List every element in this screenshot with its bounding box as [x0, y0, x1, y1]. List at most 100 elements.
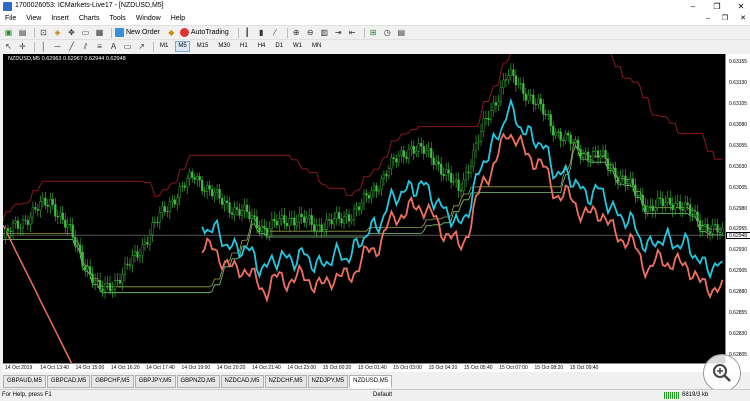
new-order-button[interactable]: New Order	[115, 28, 160, 37]
menu-help[interactable]: Help	[166, 13, 190, 25]
timeframe-w1[interactable]: W1	[290, 41, 305, 52]
candle-body	[676, 201, 679, 204]
arrows-icon[interactable]: ↗	[136, 41, 147, 52]
candle-body	[300, 213, 303, 217]
line-chart-icon[interactable]: ⁄	[270, 27, 281, 38]
tab-gbpnzd[interactable]: GBPNZD,M5	[176, 375, 220, 388]
candle-body	[562, 139, 565, 141]
price-chart[interactable]: NZDUSD,M5 0.62963 0.62967 0.62944 0.6294…	[3, 54, 725, 372]
status-traffic: 6819/3 kb	[682, 392, 709, 398]
price-scale[interactable]: 0.63155 0.63130 0.63105 0.63080 0.63055 0.630…	[725, 54, 750, 372]
templates-icon[interactable]: ▤	[396, 27, 407, 38]
data-window-icon[interactable]: ◈	[52, 27, 63, 38]
maximize-button[interactable]: ❐	[712, 0, 722, 13]
text-tool-icon[interactable]: A	[108, 41, 119, 52]
candle-body	[654, 207, 657, 211]
timeframe-m5[interactable]: M5	[175, 41, 190, 52]
candle-body	[352, 208, 356, 220]
candle-body	[94, 280, 97, 284]
timeframe-m15[interactable]: M15	[194, 41, 212, 52]
strategy-tester-icon[interactable]: ▦	[94, 27, 105, 38]
chart-shift-icon[interactable]: ⇥	[333, 27, 344, 38]
tab-gbpaud[interactable]: GBPAUD,M5	[3, 375, 46, 388]
tab-nzdcad[interactable]: NZDCAD,M5	[220, 375, 264, 388]
tab-nzdchf[interactable]: NZDCHF,M5	[264, 375, 307, 388]
market-watch-icon[interactable]: ⊡	[38, 27, 49, 38]
mdi-close-button[interactable]: ✕	[740, 13, 746, 25]
periods-icon[interactable]: ◷	[382, 27, 393, 38]
menu-window[interactable]: Window	[131, 13, 166, 25]
candle-body	[39, 201, 42, 211]
close-button[interactable]: ✕	[736, 0, 746, 13]
tab-gbpcad[interactable]: GBPCAD,M5	[46, 375, 91, 388]
metaeditor-icon[interactable]: ◆	[166, 27, 177, 38]
candle-body	[619, 175, 622, 183]
tab-nzdjpy[interactable]: NZDJPY,M5	[307, 375, 349, 388]
candle-body	[367, 195, 371, 199]
vertical-line-icon[interactable]: │	[38, 41, 49, 52]
time-axis[interactable]: 14 Oct 2019 14 Oct 13:40 14 Oct 15:00 14 Oc…	[3, 363, 725, 372]
profiles-icon[interactable]: ▤	[17, 27, 28, 38]
menu-view[interactable]: View	[21, 13, 46, 25]
candle-body	[467, 171, 470, 174]
candle-body	[564, 132, 567, 141]
new-chart-icon[interactable]: ▣	[3, 27, 14, 38]
menu-tools[interactable]: Tools	[104, 13, 130, 25]
candle-body	[472, 150, 475, 167]
autoscroll-icon[interactable]: ⇤	[347, 27, 358, 38]
timeframe-m1[interactable]: M1	[157, 41, 171, 52]
candle-body	[81, 252, 84, 267]
crosshair-icon[interactable]: ✛	[17, 41, 28, 52]
candle-body	[455, 179, 458, 182]
tab-nzdusd[interactable]: NZDUSD,M5	[349, 375, 393, 388]
timeframe-m30[interactable]: M30	[215, 41, 233, 52]
drawing-toolbar: ↖ ✛ │ ─ ╱ ⫽ ≡ A ▭ ↗ M1 M5 M15 M30 H1 H4 …	[0, 39, 750, 53]
menu-file[interactable]: File	[0, 13, 21, 25]
price-tick-label: 0.62930	[729, 247, 748, 254]
candle-body	[427, 148, 430, 151]
candle-body	[54, 204, 57, 217]
chart-canvas[interactable]	[3, 54, 725, 372]
indicators-icon[interactable]: ⊞	[368, 27, 379, 38]
autotrading-button[interactable]: AutoTrading	[179, 28, 229, 37]
timeframe-d1[interactable]: D1	[272, 41, 286, 52]
candle-body	[315, 224, 318, 231]
terminal-icon[interactable]: ▭	[80, 27, 91, 38]
candle-body	[178, 186, 181, 198]
candle-body	[357, 206, 361, 211]
menu-insert[interactable]: Insert	[46, 13, 74, 25]
candle-body	[258, 227, 261, 232]
candle-body	[479, 130, 483, 143]
bar-chart-icon[interactable]: ┃	[242, 27, 253, 38]
tile-windows-icon[interactable]: ▥	[319, 27, 330, 38]
candle-body	[186, 178, 189, 188]
tab-gbpchf[interactable]: GBPCHF,M5	[91, 375, 134, 388]
mdi-minimize-button[interactable]: –	[706, 13, 710, 25]
trendline-icon[interactable]: ╱	[66, 41, 77, 52]
cursor-icon[interactable]: ↖	[3, 41, 14, 52]
timeframe-mn[interactable]: MN	[309, 41, 324, 52]
navigator-icon[interactable]: ✥	[66, 27, 77, 38]
candle-body	[417, 143, 420, 152]
mdi-restore-button[interactable]: ❐	[722, 13, 728, 25]
time-tick-label: 15 Oct 09:40	[569, 365, 599, 371]
fibonacci-icon[interactable]: ≡	[94, 41, 105, 52]
candle-body	[6, 228, 10, 232]
zoom-in-icon[interactable]: ⊕	[291, 27, 302, 38]
candle-body	[689, 204, 692, 215]
horizontal-line-icon[interactable]: ─	[52, 41, 63, 52]
menu-charts[interactable]: Charts	[74, 13, 105, 25]
price-tick-label: 0.63055	[729, 142, 748, 149]
timeframe-h1[interactable]: H1	[237, 41, 251, 52]
candle-body	[681, 209, 684, 211]
channel-icon[interactable]: ⫽	[80, 41, 91, 52]
label-tool-icon[interactable]: ▭	[122, 41, 133, 52]
candlestick-icon[interactable]: ▮	[256, 27, 267, 38]
zoom-out-icon[interactable]: ⊖	[305, 27, 316, 38]
tab-gbpjpy[interactable]: GBPJPY,M5	[134, 375, 176, 388]
candle-body	[601, 150, 605, 156]
candle-body	[509, 69, 512, 76]
minimize-button[interactable]: –	[688, 0, 698, 13]
zoom-magnifier-button[interactable]	[703, 354, 741, 392]
timeframe-h4[interactable]: H4	[255, 41, 269, 52]
